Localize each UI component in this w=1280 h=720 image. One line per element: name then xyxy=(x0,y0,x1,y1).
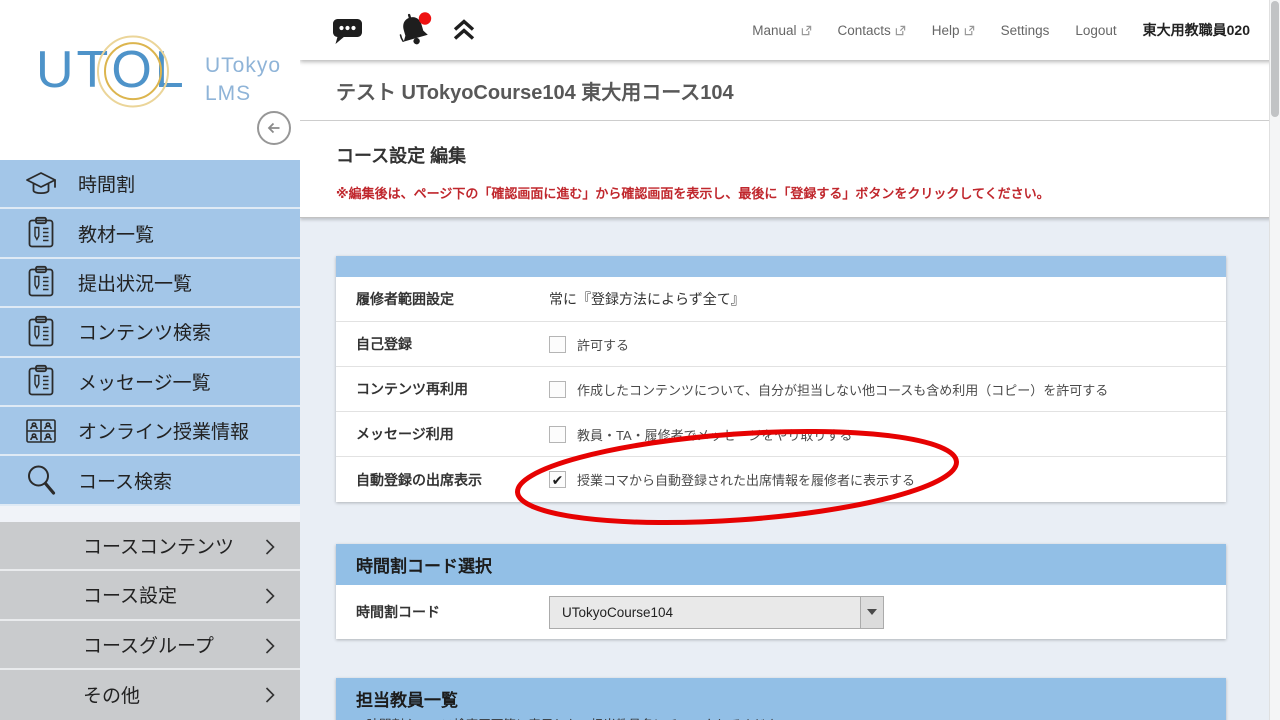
course-title-bar: テスト UTokyoCourse104 東大用コース104 xyxy=(300,60,1280,121)
chevron-right-icon xyxy=(264,587,276,610)
timetable-code-row: 時間割コード UTokyoCourse104 xyxy=(336,585,1226,639)
logo-ring-icon xyxy=(104,42,162,100)
setting-value: 常に『登録方法によらず全て』 xyxy=(539,289,745,309)
external-link-icon xyxy=(895,25,906,36)
content-area: 履修者範囲設定 常に『登録方法によらず全て』 自己登録 許可する コンテンツ再利… xyxy=(300,218,1280,720)
sidebar-item-messages[interactable]: メッセージ一覧 xyxy=(0,358,300,407)
settings-link[interactable]: Settings xyxy=(1001,23,1050,38)
topbar-right: Manual Contacts Help Se xyxy=(752,20,1280,40)
sidebar-divider xyxy=(0,506,300,522)
messages-clipboard-icon xyxy=(22,364,60,398)
sidebar-item-course-group[interactable]: コースグループ xyxy=(0,621,300,671)
scrollbar-thumb[interactable] xyxy=(1271,1,1279,117)
sidebar-item-materials[interactable]: 教材一覧 xyxy=(0,209,300,258)
section-note: ※時間割やコース検索画面等に表示したい担当教員名にチェックしてください。 xyxy=(356,714,1206,720)
logo-ring-icon xyxy=(97,35,169,107)
notification-badge xyxy=(419,12,431,24)
section-header: 時間割コード選択 xyxy=(336,544,1226,585)
selected-option: UTokyoCourse104 xyxy=(550,597,860,628)
setting-row-content-reuse: コンテンツ再利用 作成したコンテンツについて、自分が担当しない他コースも含め利用… xyxy=(336,367,1226,412)
self-registration-checkbox[interactable] xyxy=(549,336,566,353)
messages-button[interactable] xyxy=(330,14,364,46)
double-chevron-up-icon xyxy=(450,17,478,43)
utol-logo: UTOL xyxy=(36,44,187,96)
edit-notice: ※編集後は、ページ下の「確認画面に進む」から確認画面を表示し、最後に「登録する」… xyxy=(336,183,1244,202)
table-header-strip xyxy=(336,256,1226,277)
setting-row-self-registration: 自己登録 許可する xyxy=(336,322,1226,367)
sidebar-item-course-search[interactable]: コース検索 xyxy=(0,456,300,505)
sidebar-item-course-contents[interactable]: コースコンテンツ xyxy=(0,522,300,572)
vertical-scrollbar[interactable] xyxy=(1269,0,1280,720)
content-search-clipboard-icon xyxy=(22,315,60,349)
arrow-left-icon xyxy=(264,118,284,138)
section-header: 担当教員一覧 ※時間割やコース検索画面等に表示したい担当教員名にチェックしてくだ… xyxy=(336,678,1226,720)
course-settings-table: 履修者範囲設定 常に『登録方法によらず全て』 自己登録 許可する コンテンツ再利… xyxy=(336,256,1226,502)
message-use-checkbox[interactable] xyxy=(549,426,566,443)
edit-header: コース設定 編集 ※編集後は、ページ下の「確認画面に進む」から確認画面を表示し、… xyxy=(300,121,1280,218)
chevron-right-icon xyxy=(264,637,276,660)
sidebar-item-label: その他 xyxy=(83,681,140,708)
external-link-icon xyxy=(801,25,812,36)
section-title: 時間割コード選択 xyxy=(356,552,1206,577)
sidebar: UTOL UTokyo LMS 時間割 xyxy=(0,0,300,720)
notifications-button[interactable] xyxy=(394,10,436,50)
bell-icon xyxy=(394,10,436,50)
select-dropdown-button[interactable] xyxy=(860,597,883,628)
logo-subtitle: UTokyo LMS xyxy=(205,52,281,109)
username: 東大用教職員020 xyxy=(1143,20,1250,40)
logo-area: UTOL UTokyo LMS xyxy=(0,0,300,160)
sidebar-item-label: コースグループ xyxy=(83,631,214,658)
online-class-icon xyxy=(22,415,60,447)
submissions-clipboard-icon xyxy=(22,265,60,299)
auto-attendance-checkbox[interactable]: ✔ xyxy=(549,471,566,488)
topbar: Manual Contacts Help Se xyxy=(300,0,1280,60)
collapse-topbar-button[interactable] xyxy=(450,17,478,43)
sidebar-item-label: 提出状況一覧 xyxy=(78,269,192,296)
section-title: 担当教員一覧 xyxy=(356,686,1206,711)
contacts-link[interactable]: Contacts xyxy=(838,23,906,38)
setting-row-auto-attendance-display: 自動登録の出席表示 ✔ 授業コマから自動登録された出席情報を履修者に表示する xyxy=(336,457,1226,502)
sidebar-item-others[interactable]: その他 xyxy=(0,670,300,720)
sidebar-item-label: コンテンツ検索 xyxy=(78,318,211,345)
timetable-code-select[interactable]: UTokyoCourse104 xyxy=(549,596,884,629)
caret-down-icon xyxy=(867,609,877,615)
materials-clipboard-icon xyxy=(22,216,60,250)
sidebar-item-label: メッセージ一覧 xyxy=(78,368,211,395)
main-content: テスト UTokyoCourse104 東大用コース104 コース設定 編集 ※… xyxy=(300,60,1280,720)
sidebar-item-timetable[interactable]: 時間割 xyxy=(0,160,300,209)
course-title: テスト UTokyoCourse104 東大用コース104 xyxy=(336,76,734,105)
message-bubble-icon xyxy=(330,14,364,46)
sidebar-item-submissions[interactable]: 提出状況一覧 xyxy=(0,259,300,308)
chevron-right-icon xyxy=(264,538,276,561)
setting-row-message-use: メッセージ利用 教員・TA・履修者でメッセージをやり取りする xyxy=(336,412,1226,457)
setting-row-enrollee-range: 履修者範囲設定 常に『登録方法によらず全て』 xyxy=(336,277,1226,322)
sidebar-item-label: コースコンテンツ xyxy=(83,532,234,559)
sidebar-item-content-search[interactable]: コンテンツ検索 xyxy=(0,308,300,357)
search-icon xyxy=(22,463,60,497)
sidebar-collapse-button[interactable] xyxy=(257,111,291,145)
graduation-cap-icon xyxy=(22,168,60,200)
teachers-section: 担当教員一覧 ※時間割やコース検索画面等に表示したい担当教員名にチェックしてくだ… xyxy=(336,678,1226,720)
utol-lms-app: UTOL UTokyo LMS 時間割 xyxy=(0,0,1280,720)
sidebar-item-label: コース検索 xyxy=(78,467,172,494)
logout-link[interactable]: Logout xyxy=(1075,23,1116,38)
checkmark-icon: ✔ xyxy=(552,473,564,487)
external-link-icon xyxy=(964,25,975,36)
content-reuse-checkbox[interactable] xyxy=(549,381,566,398)
sidebar-item-label: コース設定 xyxy=(83,581,177,608)
chevron-right-icon xyxy=(264,686,276,709)
sidebar-item-label: オンライン授業情報 xyxy=(78,417,249,444)
sidebar-item-course-settings[interactable]: コース設定 xyxy=(0,571,300,621)
sidebar-item-online-class[interactable]: オンライン授業情報 xyxy=(0,407,300,456)
help-link[interactable]: Help xyxy=(932,23,975,38)
timetable-code-section: 時間割コード選択 時間割コード UTokyoCourse104 xyxy=(336,544,1226,639)
sidebar-item-label: 教材一覧 xyxy=(78,220,154,247)
manual-link[interactable]: Manual xyxy=(752,23,811,38)
sidebar-item-label: 時間割 xyxy=(78,170,135,197)
edit-title: コース設定 編集 xyxy=(336,142,1244,168)
